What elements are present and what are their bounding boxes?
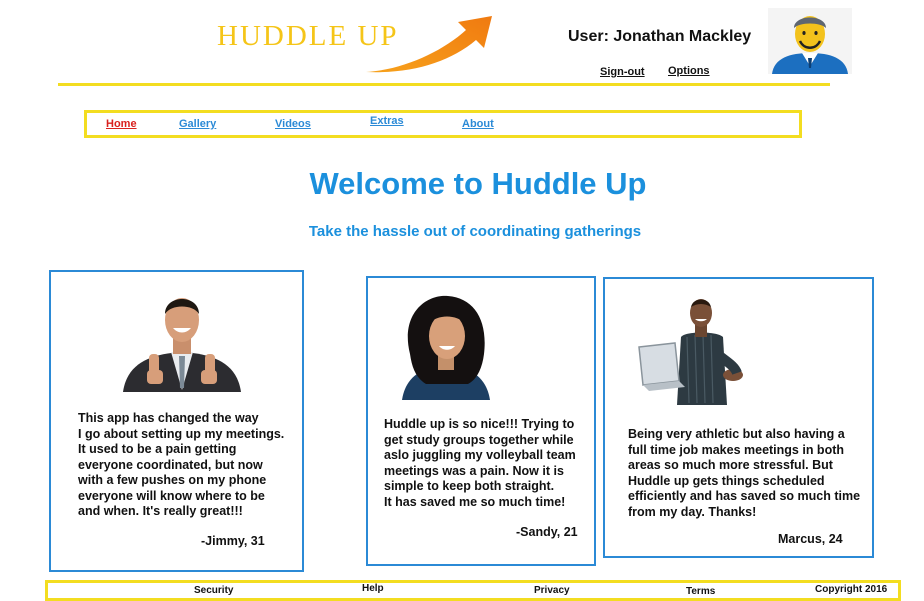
footer-privacy-link[interactable]: Privacy	[534, 585, 570, 596]
testimonial-card-marcus: Being very athletic but also having a fu…	[603, 277, 874, 558]
user-name-label: User: Jonathan Mackley	[568, 28, 752, 45]
page-title: Welcome to Huddle Up	[309, 166, 647, 201]
testimonial-text-marcus: Being very athletic but also having a fu…	[628, 427, 861, 519]
footer-security-link[interactable]: Security	[194, 585, 233, 596]
jimmy-photo	[123, 298, 241, 392]
testimonial-signature-jimmy: -Jimmy, 31	[201, 534, 265, 548]
footer-copyright: Copyright 2016	[815, 584, 888, 595]
testimonial-signature-sandy: -Sandy, 21	[516, 525, 578, 539]
footer-help-link[interactable]: Help	[362, 583, 384, 594]
testimonial-text-sandy: Huddle up is so nice!!! Trying to get st…	[384, 417, 576, 509]
nav-about[interactable]: About	[462, 118, 494, 130]
logo-arrow-icon	[366, 16, 492, 73]
testimonial-signature-marcus: Marcus, 24	[778, 532, 843, 546]
footer: Security Help Privacy Terms Copyright 20…	[45, 580, 901, 601]
testimonial-text-jimmy: This app has changed the way I go about …	[78, 411, 285, 518]
testimonial-card-sandy: Huddle up is so nice!!! Trying to get st…	[366, 276, 596, 566]
header-divider	[58, 83, 830, 86]
nav-extras[interactable]: Extras	[370, 115, 404, 127]
avatar[interactable]	[768, 8, 852, 74]
signout-link[interactable]: Sign-out	[600, 66, 645, 78]
footer-terms-link[interactable]: Terms	[686, 586, 715, 597]
nav-home[interactable]: Home	[106, 118, 137, 130]
sandy-photo	[402, 295, 490, 400]
main-nav: Home Gallery Videos Extras About	[84, 110, 802, 138]
testimonial-card-jimmy: This app has changed the way I go about …	[49, 270, 304, 572]
page-subtitle: Take the hassle out of coordinating gath…	[308, 223, 642, 240]
nav-videos[interactable]: Videos	[275, 118, 311, 130]
options-link[interactable]: Options	[668, 65, 710, 77]
nav-gallery[interactable]: Gallery	[179, 118, 216, 130]
marcus-photo	[638, 299, 743, 405]
